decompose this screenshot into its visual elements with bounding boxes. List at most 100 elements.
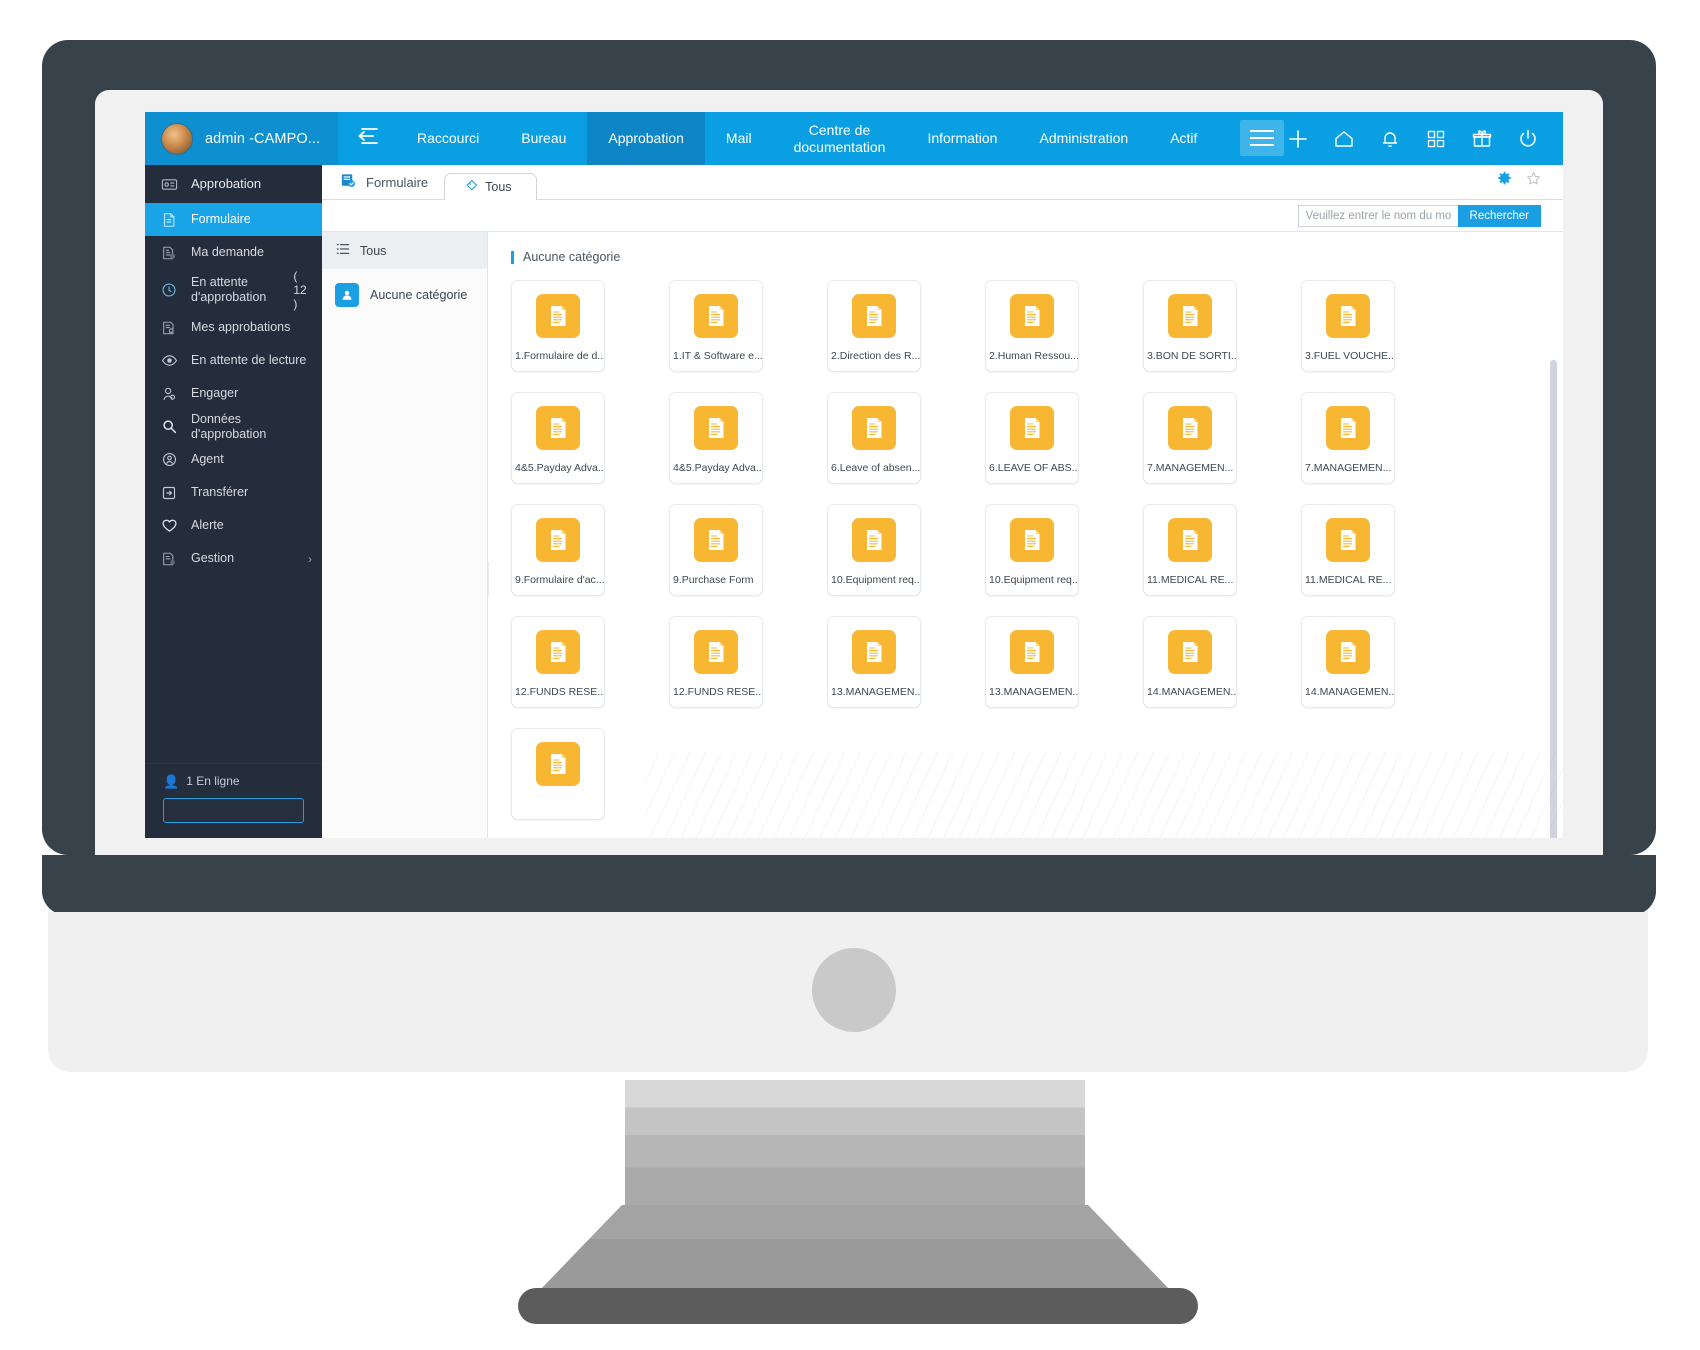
nav-item-information[interactable]: Information [906, 112, 1018, 165]
form-tile-label: 2.Human Ressou... [989, 350, 1078, 362]
breadcrumb[interactable]: Formulaire [322, 172, 444, 199]
form-tile-label: 12.FUNDS RESE... [515, 686, 604, 698]
heart-icon [159, 516, 179, 536]
document-icon [852, 294, 896, 338]
category-item-aucune-categorie[interactable]: Aucune catégorie [322, 269, 487, 321]
request-icon [159, 243, 179, 263]
sidebar-item-transferer[interactable]: Transférer [145, 476, 322, 509]
form-tile[interactable]: 2.Direction des R... [827, 280, 921, 372]
form-tile[interactable]: 9.Formulaire d'ac... [511, 504, 605, 596]
document-icon [1010, 518, 1054, 562]
sidebar-item-label: Ma demande [191, 245, 264, 260]
sidebar-item-en-attente-de-lecture[interactable]: En attente de lecture [145, 344, 322, 377]
sidebar-item-alerte[interactable]: Alerte [145, 509, 322, 542]
form-tile-label: 7.MANAGEMEN... [1147, 462, 1234, 474]
nav-item-administration[interactable]: Administration [1018, 112, 1149, 165]
sidebar-item-label: Mes approbations [191, 320, 291, 335]
form-tile[interactable]: 10.Equipment req... [985, 504, 1079, 596]
sidebar-item-en-attente-dapprobation[interactable]: En attente d'approbation ( 12 ) [145, 269, 322, 311]
home-icon[interactable] [1331, 126, 1357, 152]
nav-item-approbation[interactable]: Approbation [587, 112, 705, 165]
form-tile[interactable]: 10.Equipment req... [827, 504, 921, 596]
sidebar-search-input[interactable] [172, 803, 327, 818]
sidebar-item-formulaire[interactable]: Formulaire [145, 203, 322, 236]
gift-icon[interactable] [1469, 126, 1495, 152]
search-button[interactable]: Rechercher [1457, 204, 1541, 227]
plus-icon[interactable] [1285, 126, 1311, 152]
form-tile-label: 1.Formulaire de d... [515, 350, 604, 362]
forms-grid: 1.Formulaire de d... 1.IT & Software e...… [489, 264, 1563, 820]
document-icon [1010, 294, 1054, 338]
gear-icon[interactable] [1497, 171, 1512, 191]
user-profile-chip[interactable]: admin -CAMPO... [145, 112, 338, 165]
form-tile[interactable]: 7.MANAGEMEN... [1143, 392, 1237, 484]
sidebar-toggle-button[interactable] [338, 112, 396, 165]
search-input[interactable] [1297, 204, 1458, 227]
form-tile[interactable]: 3.BON DE SORTI... [1143, 280, 1237, 372]
nav-item-actif[interactable]: Actif [1149, 112, 1218, 165]
power-icon[interactable] [1515, 126, 1541, 152]
chevron-right-icon: › [308, 551, 312, 566]
form-tile[interactable]: 4&5.Payday Adva... [511, 392, 605, 484]
nav-item-mail[interactable]: Mail [705, 112, 773, 165]
form-tile[interactable]: 13.MANAGEMEN... [985, 616, 1079, 708]
sidebar-search-box[interactable] [163, 798, 339, 823]
star-icon[interactable] [1526, 171, 1541, 191]
nav-item-bureau[interactable]: Bureau [500, 112, 587, 165]
pending-approval-icon [159, 280, 179, 300]
nav-item-centre-de-documentation[interactable]: Centre de documentation [773, 112, 907, 165]
form-tile[interactable]: 14.MANAGEMEN... [1301, 616, 1395, 708]
form-tile[interactable]: 2.Human Ressou... [985, 280, 1079, 372]
sidebar-item-ma-demande[interactable]: Ma demande [145, 236, 322, 269]
sidebar-item-gestion[interactable]: Gestion › [145, 542, 322, 575]
hamburger-line [1250, 130, 1275, 132]
tab-wrapper: Tous [444, 173, 537, 200]
content-scrollbar-thumb[interactable] [1550, 360, 1557, 838]
document-icon [1326, 294, 1370, 338]
form-tile[interactable]: 3.FUEL VOUCHE... [1301, 280, 1395, 372]
nav-item-raccourci[interactable]: Raccourci [396, 112, 500, 165]
sidebar-header-approbation[interactable]: Approbation [145, 165, 322, 203]
bell-icon[interactable] [1377, 126, 1403, 152]
list-icon [336, 242, 350, 259]
form-tile[interactable]: 6.LEAVE OF ABS... [985, 392, 1079, 484]
sidebar-item-label: Données d'approbation [191, 411, 267, 441]
form-tile[interactable]: 1.Formulaire de d... [511, 280, 605, 372]
form-tile-label: 4&5.Payday Adva... [515, 462, 604, 474]
section-accent-bar [511, 250, 514, 264]
form-tile[interactable]: 9.Purchase Form [669, 504, 763, 596]
category-item-tous[interactable]: Tous [322, 232, 487, 269]
apps-grid-icon[interactable] [1423, 126, 1449, 152]
form-tile[interactable]: 1.IT & Software e... [669, 280, 763, 372]
app-screen: admin -CAMPO... Raccourci Bureau Approba… [145, 112, 1563, 838]
user-badge-icon [335, 283, 359, 307]
sidebar-item-engager[interactable]: Engager [145, 377, 322, 410]
document-icon [1326, 630, 1370, 674]
form-tile[interactable] [511, 728, 605, 820]
form-tile-label: 3.BON DE SORTI... [1147, 350, 1236, 362]
form-tile[interactable]: 14.MANAGEMEN... [1143, 616, 1237, 708]
form-tile[interactable]: 4&5.Payday Adva... [669, 392, 763, 484]
transfer-icon [159, 483, 179, 503]
form-tile[interactable]: 12.FUNDS RESE... [511, 616, 605, 708]
sidebar-item-agent[interactable]: Agent [145, 443, 322, 476]
form-tile-label: 10.Equipment req... [831, 574, 920, 586]
form-tile[interactable]: 11.MEDICAL RE... [1143, 504, 1237, 596]
form-tile[interactable]: 7.MANAGEMEN... [1301, 392, 1395, 484]
sidebar-item-mes-approbations[interactable]: Mes approbations [145, 311, 322, 344]
document-icon [694, 406, 738, 450]
form-tile[interactable]: 11.MEDICAL RE... [1301, 504, 1395, 596]
sidebar-item-label: Gestion [191, 551, 235, 566]
document-icon [536, 742, 580, 786]
sidebar-item-donnees-dapprobation[interactable]: Données d'approbation [145, 410, 322, 443]
form-tile[interactable]: 6.Leave of absen... [827, 392, 921, 484]
form-tile-label: 9.Formulaire d'ac... [515, 574, 604, 586]
category-panel: Tous Aucune catégorie [322, 232, 488, 838]
form-tile[interactable]: 13.MANAGEMEN... [827, 616, 921, 708]
monitor-base-bar [42, 855, 1656, 915]
form-tile[interactable]: 12.FUNDS RESE... [669, 616, 763, 708]
nav-menu-button[interactable] [1240, 120, 1285, 156]
user-name-label: admin -CAMPO... [205, 130, 321, 147]
tab-tous[interactable]: Tous [444, 173, 537, 200]
tab-strip: Formulaire Tous [322, 165, 1563, 200]
